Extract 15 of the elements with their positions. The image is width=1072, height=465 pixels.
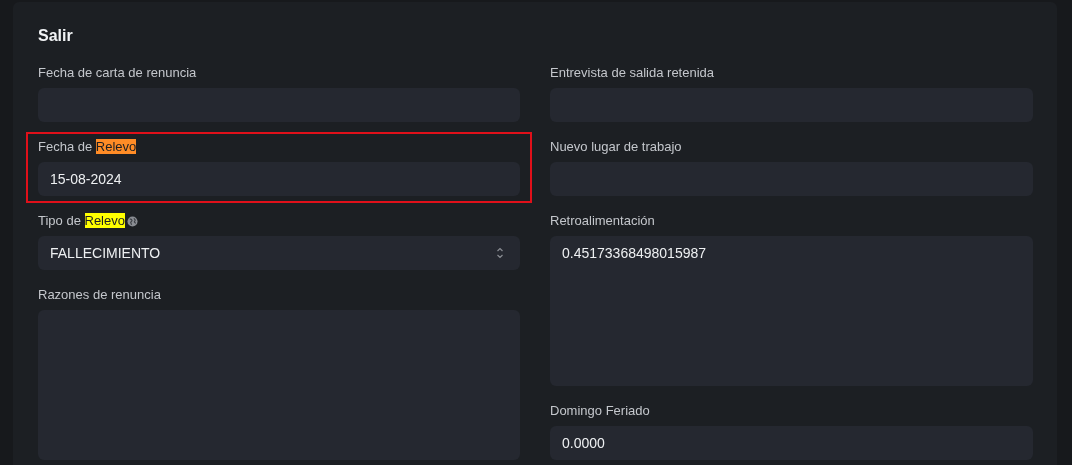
- field-label: Nuevo lugar de trabajo: [550, 139, 682, 155]
- field-label: Razones de renuncia: [38, 287, 161, 303]
- chevron-updown-icon: [496, 247, 504, 259]
- select-value: FALLECIMIENTO: [50, 245, 161, 261]
- field-label: Tipo de Relevo: [38, 213, 125, 229]
- field-label: Fecha de Relevo: [38, 139, 137, 155]
- input-field[interactable]: 15-08-2024: [38, 162, 520, 196]
- text-area[interactable]: 0.45173368498015987: [550, 236, 1033, 386]
- select-field[interactable]: FALLECIMIENTO: [38, 236, 520, 270]
- input-field[interactable]: 0.0000: [550, 426, 1033, 460]
- section-title: Salir: [38, 26, 74, 46]
- field-label: Retroalimentación: [550, 213, 655, 229]
- field-label: Fecha de carta de renuncia: [38, 65, 197, 81]
- field-label: Domingo Feriado: [550, 403, 650, 419]
- field-label: Entrevista de salida retenida: [550, 65, 715, 81]
